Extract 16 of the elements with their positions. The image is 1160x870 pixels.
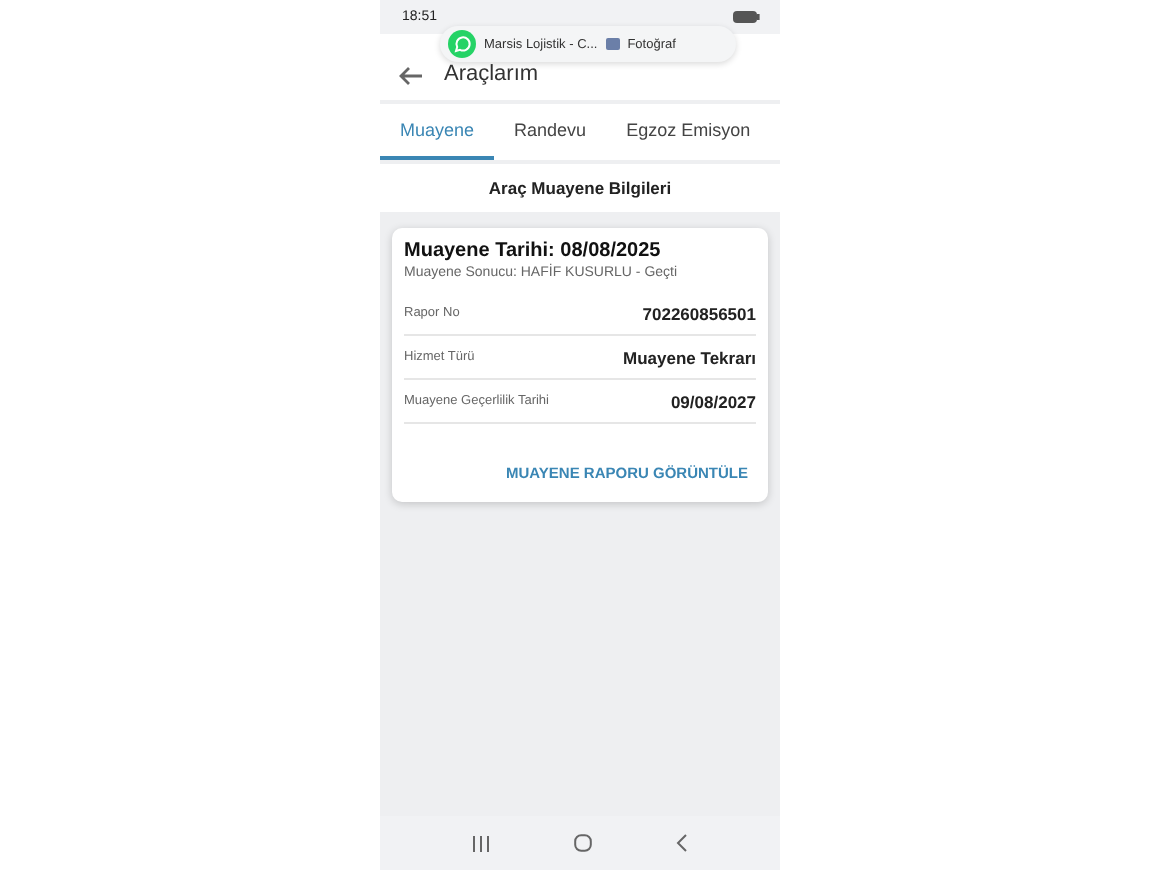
tab[interactable]: Muayene — [380, 104, 495, 160]
section-title: Araç Muayene Bilgileri — [380, 164, 780, 212]
page-title: Araçlarım — [444, 62, 539, 86]
card-title: Muayene Tarihi: 08/08/2025 — [404, 240, 663, 262]
battery-icon — [732, 10, 760, 24]
tab[interactable]: Egzoz Emisyon — [606, 104, 771, 160]
recent-apps-icon[interactable] — [472, 835, 490, 851]
photo-icon — [605, 38, 620, 50]
chat-app-icon — [448, 30, 476, 58]
row-value: 09/08/2027 — [670, 391, 756, 411]
back-icon[interactable] — [398, 66, 424, 86]
tab[interactable]: Randevu — [494, 104, 607, 160]
home-icon[interactable] — [574, 834, 592, 852]
row-value: Muayene Tekrarı — [623, 347, 756, 367]
back-nav-icon[interactable] — [676, 834, 688, 852]
row-value: 702260856501 — [642, 303, 756, 323]
